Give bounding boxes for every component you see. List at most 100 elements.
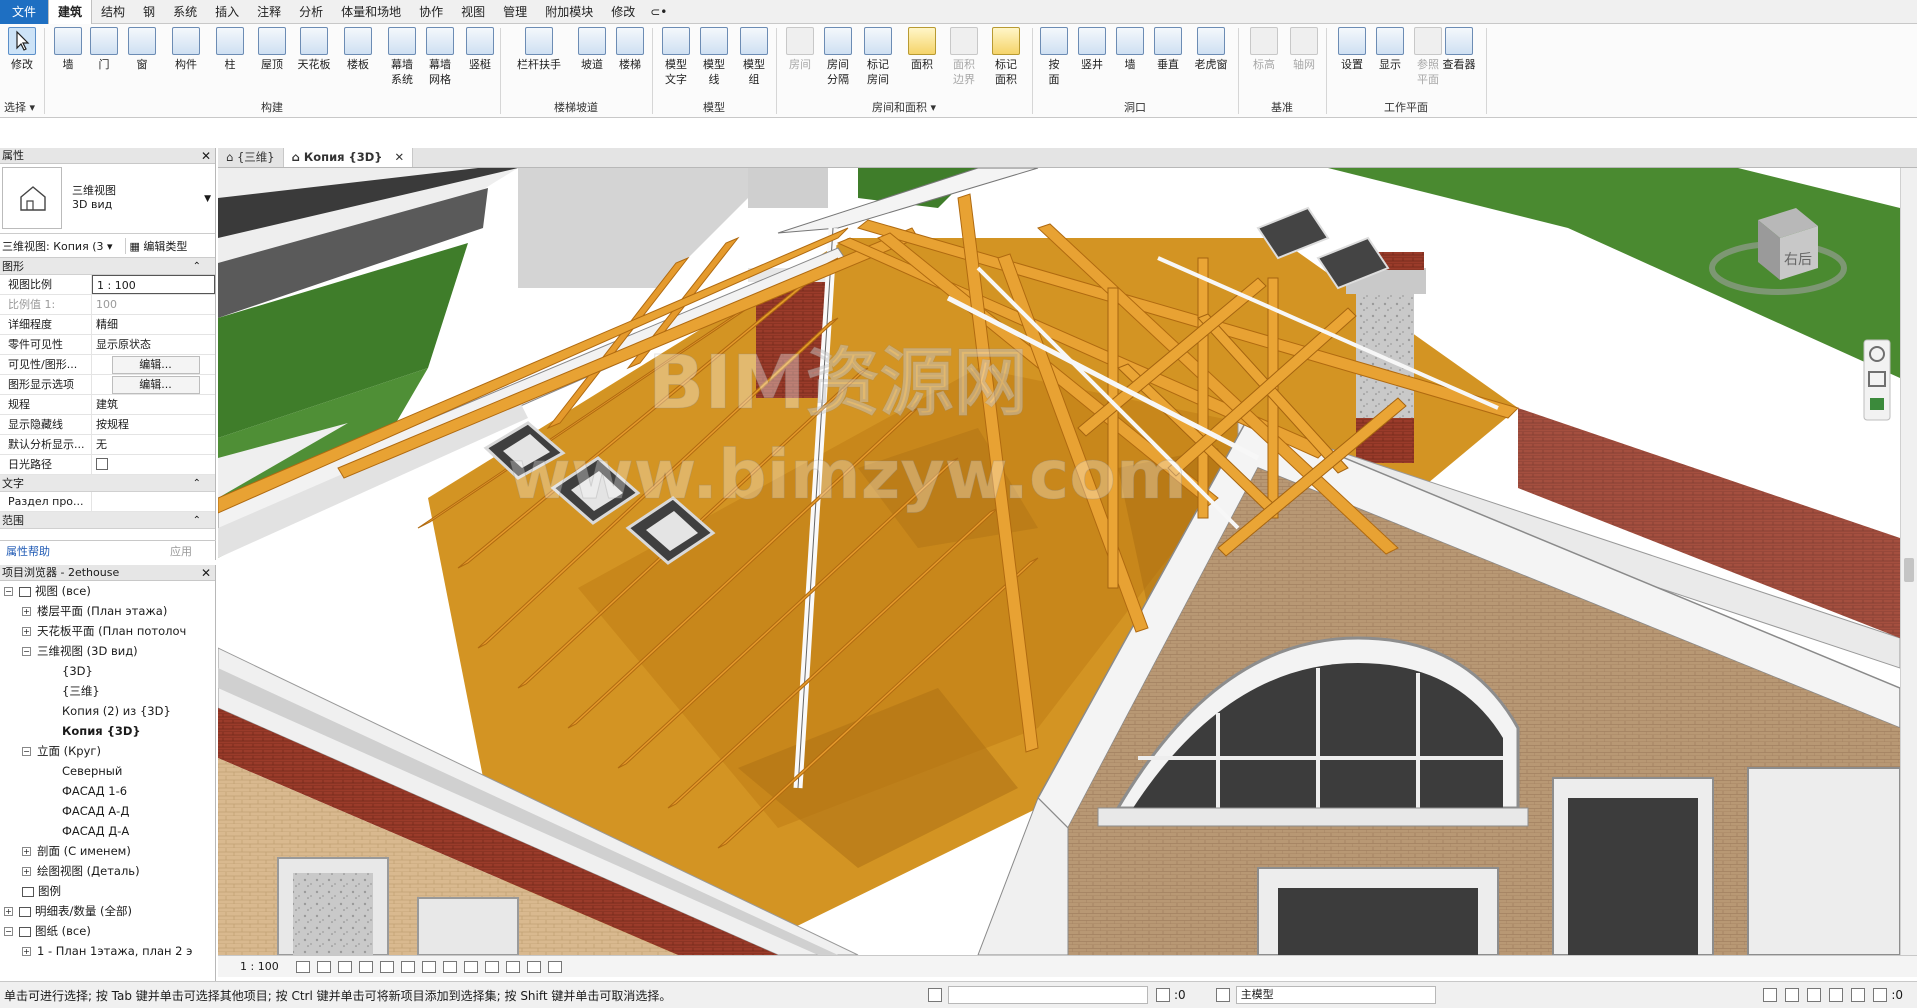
collapse-icon[interactable]: − [22,647,31,656]
analytical-model-icon[interactable] [526,960,541,973]
column-button[interactable]: 柱 [212,27,248,72]
room-button[interactable]: 房间 [782,27,818,72]
model-line-button[interactable]: 模型 线 [696,27,732,87]
tree-node-views[interactable]: − 视图 (все) [0,581,215,601]
tree-item-facade-d-a[interactable]: ФАСАД Д-А [0,821,215,841]
highlight-displacement-icon[interactable] [547,960,562,973]
apply-button[interactable]: 应用 [170,543,210,559]
type-dropdown-icon[interactable]: ▼ [204,194,211,204]
tab-massing-site[interactable]: 体量和场地 [332,0,410,24]
select-group-label[interactable]: 选择 ▾ [0,100,44,116]
tag-room-button[interactable]: 标记 房间 [860,27,896,87]
door-button[interactable]: 门 [86,27,122,72]
prop-view-scale[interactable]: 视图比例 1 : 100 [0,275,215,295]
model-text-button[interactable]: 模型 文字 [658,27,694,87]
browser-close-button[interactable]: ✕ [201,565,211,581]
room-separator-button[interactable]: 房间 分隔 [820,27,856,87]
group-text[interactable]: 文字 ⌃ [0,475,215,492]
by-face-button[interactable]: 按 面 [1036,27,1072,87]
tab-analyze[interactable]: 分析 [290,0,332,24]
tree-node-elevations[interactable]: − 立面 (Круг) [0,741,215,761]
tree-node-drafting-views[interactable]: + 绘图视图 (Деталь) [0,861,215,881]
window-button[interactable]: 窗 [124,27,160,72]
tab-systems[interactable]: 系统 [164,0,206,24]
view-scale-input[interactable]: 1 : 100 [92,275,215,294]
worksharing-icon[interactable] [505,960,520,973]
tree-item-3d-cn[interactable]: {三维} [0,681,215,701]
model-group-button[interactable]: 模型 组 [736,27,772,87]
curtain-grid-button[interactable]: 幕墙 网格 [422,27,458,87]
shaft-button[interactable]: 竖井 [1074,27,1110,72]
ceiling-button[interactable]: 天花板 [296,27,332,72]
area-button[interactable]: 面积 [904,27,940,72]
prop-detail-level[interactable]: 详细程度 精细 [0,315,215,335]
tab-steel[interactable]: 钢 [134,0,164,24]
sun-path-icon[interactable] [337,960,352,973]
tab-collaborate[interactable]: 协作 [410,0,452,24]
wall-opening-button[interactable]: 墙 [1112,27,1148,72]
contextual-tab-toggle[interactable]: ⊂• [644,0,673,24]
3d-viewport[interactable]: BIM资源网 www.bimzyw.com 右后 [218,168,1900,955]
tab-architecture[interactable]: 建筑 [48,0,93,24]
modify-button[interactable]: 修改 [4,27,40,72]
type-selector[interactable]: 三维视图 3D вид ▼ [0,164,215,234]
mullion-button[interactable]: 竖梃 [462,27,498,72]
temporary-hide-icon[interactable] [463,960,478,973]
tree-node-floor-plans[interactable]: + 楼层平面 (План этажа) [0,601,215,621]
tree-node-3d-views[interactable]: − 三维视图 (3D вид) [0,641,215,661]
set-workplane-button[interactable]: 设置 [1334,27,1370,72]
zoom-region-icon[interactable] [1870,398,1884,410]
prop-parts-visibility[interactable]: 零件可见性 显示原状态 [0,335,215,355]
component-button[interactable]: 构件 [168,27,204,72]
group-graphics[interactable]: 图形 ⌃ [0,258,215,275]
detail-level-icon[interactable] [295,960,310,973]
prop-show-hidden-lines[interactable]: 显示隐藏线 按规程 [0,415,215,435]
tab-manage[interactable]: 管理 [494,0,536,24]
collapse-icon[interactable]: − [22,747,31,756]
group-range[interactable]: 范围 ⌃ [0,512,215,529]
select-by-face-icon[interactable] [1829,988,1844,1002]
file-menu[interactable]: 文件 [0,0,49,24]
curtain-system-button[interactable]: 幕墙 系统 [384,27,420,87]
area-boundary-button[interactable]: 面积 边界 [946,27,982,87]
properties-help-link[interactable]: 属性帮助 [6,543,50,559]
room-area-group-label[interactable]: 房间和面积 ▾ [776,100,1032,116]
editable-only-icon[interactable] [1156,988,1170,1002]
railing-button[interactable]: 栏杆扶手 [510,27,568,72]
tree-node-sheets[interactable]: − 图纸 (все) [0,921,215,941]
collapse-icon[interactable]: ⌃ [193,512,201,529]
render-icon[interactable] [379,960,394,973]
dormer-button[interactable]: 老虎窗 [1190,27,1232,72]
scroll-thumb[interactable] [1904,558,1914,582]
tab-structure[interactable]: 结构 [92,0,134,24]
expand-icon[interactable]: + [22,847,31,856]
tab-annotate[interactable]: 注释 [248,0,290,24]
tag-area-button[interactable]: 标记 面积 [988,27,1024,87]
tree-item-facade-a-d[interactable]: ФАСАД А-Д [0,801,215,821]
tree-item-3d[interactable]: {3D} [0,661,215,681]
tree-item-sheet-1[interactable]: +1 - План 1этажа, план 2 э [0,941,215,961]
reveal-hidden-icon[interactable] [484,960,499,973]
vertical-opening-button[interactable]: 垂直 [1150,27,1186,72]
tab-view-copy-3d[interactable]: ⌂ Копия {3D} ✕ [283,148,414,167]
select-underlay-icon[interactable] [1785,988,1800,1002]
filter-icon[interactable] [1873,988,1888,1002]
tab-close-icon[interactable]: ✕ [394,150,404,164]
design-options-icon[interactable] [1215,988,1230,1002]
tree-item-copy-3d[interactable]: Копия {3D} [0,721,215,741]
level-button[interactable]: 标高 [1246,27,1282,72]
graphic-display-edit-button[interactable]: 编辑... [111,376,200,394]
select-pinned-icon[interactable] [1807,988,1822,1002]
show-crop-region-icon[interactable] [421,960,436,973]
sun-path-checkbox[interactable] [96,458,108,470]
viewer-button[interactable]: 查看器 [1434,27,1484,72]
expand-icon[interactable]: + [22,627,31,636]
workset-dropdown[interactable] [948,986,1148,1004]
prop-default-analysis-display[interactable]: 默认分析显示... 无 [0,435,215,455]
collapse-icon[interactable]: ⌃ [193,475,201,492]
tab-modify[interactable]: 修改 [602,0,644,24]
tree-node-schedules[interactable]: + 明细表/数量 (全部) [0,901,215,921]
visual-style-icon[interactable] [316,960,331,973]
drag-on-selection-icon[interactable] [1851,988,1866,1002]
model-dropdown[interactable]: 主模型 [1235,986,1436,1004]
